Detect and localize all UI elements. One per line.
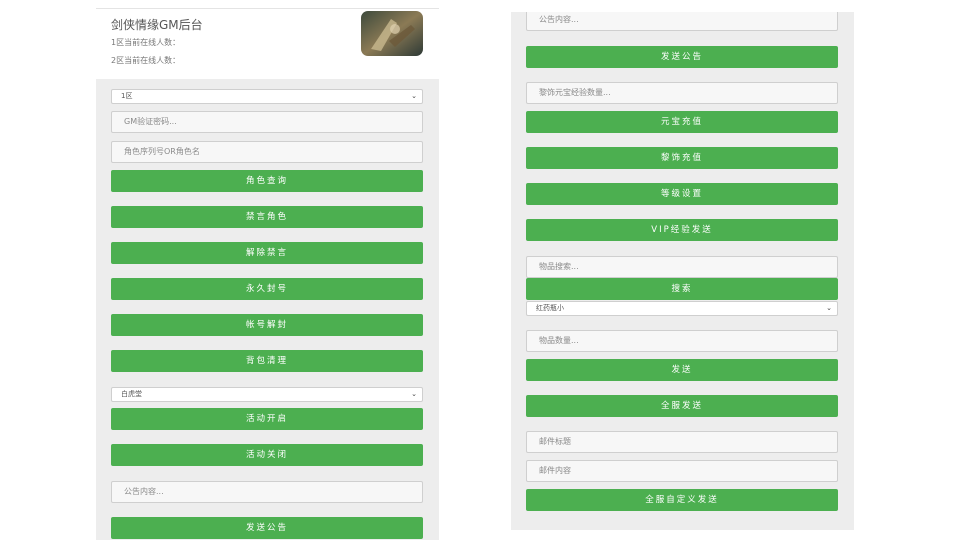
announcement-input[interactable]: 公告内容...	[111, 481, 423, 503]
item-select[interactable]: 红药瓶小 ⌄	[526, 301, 838, 316]
send-announcement-button[interactable]: 发送公告	[111, 517, 423, 539]
amount-input[interactable]: 黎饰元宝经验数量...	[526, 82, 838, 104]
unmute-button[interactable]: 解除禁言	[111, 242, 423, 264]
mail-content-input[interactable]: 邮件内容	[526, 460, 838, 482]
app-header: 剑侠情缘GM后台 1区当前在线人数： 2区当前在线人数：	[96, 8, 439, 79]
announcement-input[interactable]: 公告内容...	[526, 12, 838, 31]
zone1-online-count: 1区当前在线人数：	[111, 38, 181, 47]
game-avatar	[361, 11, 423, 56]
zone-select-value: 1区	[121, 92, 133, 100]
activity-open-button[interactable]: 活动开启	[111, 408, 423, 430]
gm-password-input[interactable]: GM验证密码...	[111, 111, 423, 133]
unban-button[interactable]: 帐号解封	[111, 314, 423, 336]
chevron-down-icon: ⌄	[826, 304, 832, 312]
role-query-input[interactable]: 角色序列号OR角色名	[111, 141, 423, 163]
activity-select-value: 白虎堂	[121, 390, 142, 398]
item-search-input[interactable]: 物品搜索...	[526, 256, 838, 278]
search-button[interactable]: 搜索	[526, 278, 838, 300]
item-count-input[interactable]: 物品数量...	[526, 330, 838, 352]
left-phone-screen: 剑侠情缘GM后台 1区当前在线人数： 2区当前在线人数： 1区 ⌄ GM验证密码…	[96, 8, 439, 540]
lishi-recharge-button[interactable]: 黎饰充值	[526, 147, 838, 169]
mute-role-button[interactable]: 禁言角色	[111, 206, 423, 228]
vip-exp-send-button[interactable]: VIP经验发送	[526, 219, 838, 241]
server-custom-send-button[interactable]: 全服自定义发送	[526, 489, 838, 511]
perm-ban-button[interactable]: 永久封号	[111, 278, 423, 300]
chevron-down-icon: ⌄	[411, 390, 417, 398]
page-title: 剑侠情缘GM后台	[111, 18, 203, 32]
yuanbao-recharge-button[interactable]: 元宝充值	[526, 111, 838, 133]
send-button[interactable]: 发送	[526, 359, 838, 381]
server-send-button[interactable]: 全服发送	[526, 395, 838, 417]
item-select-value: 红药瓶小	[536, 304, 564, 312]
activity-close-button[interactable]: 活动关闭	[111, 444, 423, 466]
role-query-button[interactable]: 角色查询	[111, 170, 423, 192]
right-phone-screen: 公告内容... 发送公告 黎饰元宝经验数量... 元宝充值 黎饰充值 等级设置 …	[511, 12, 854, 530]
zone-select[interactable]: 1区 ⌄	[111, 89, 423, 104]
send-announcement-button[interactable]: 发送公告	[526, 46, 838, 68]
chevron-down-icon: ⌄	[411, 92, 417, 100]
zone2-online-count: 2区当前在线人数：	[111, 56, 181, 65]
clear-bag-button[interactable]: 背包清理	[111, 350, 423, 372]
level-set-button[interactable]: 等级设置	[526, 183, 838, 205]
mail-title-input[interactable]: 邮件标题	[526, 431, 838, 453]
activity-select[interactable]: 白虎堂 ⌄	[111, 387, 423, 402]
